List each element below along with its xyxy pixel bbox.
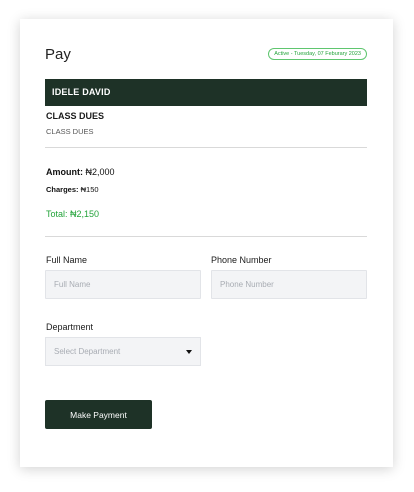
item-title: CLASS DUES xyxy=(46,111,105,121)
amount-label: Amount: xyxy=(46,167,83,177)
status-badge: Active - Tuesday, 07 Feburary 2023 xyxy=(268,48,367,60)
make-payment-button[interactable]: Make Payment xyxy=(45,400,152,429)
charges-label: Charges: xyxy=(46,185,79,194)
caret-down-icon xyxy=(186,350,192,354)
item-subtitle: CLASS DUES xyxy=(46,127,94,136)
total-value: ₦2,150 xyxy=(70,209,100,219)
phone-number-label: Phone Number xyxy=(211,255,272,265)
divider xyxy=(45,147,367,148)
department-select[interactable]: Select Department xyxy=(45,337,201,366)
charges-row: Charges: ₦150 xyxy=(46,185,99,194)
phone-number-input[interactable] xyxy=(211,270,367,299)
amount-value: ₦2,000 xyxy=(85,167,115,177)
payment-card: Pay Active - Tuesday, 07 Feburary 2023 I… xyxy=(20,19,393,467)
payer-name-bar: IDELE DAVID xyxy=(45,79,367,106)
amount-row: Amount: ₦2,000 xyxy=(46,167,115,177)
department-select-value: Select Department xyxy=(54,347,121,356)
full-name-label: Full Name xyxy=(46,255,88,265)
department-label: Department xyxy=(46,322,94,332)
full-name-input[interactable] xyxy=(45,270,201,299)
total-label: Total: xyxy=(46,209,68,219)
divider xyxy=(45,236,367,237)
total-row: Total: ₦2,150 xyxy=(46,209,99,219)
charges-value: ₦150 xyxy=(80,185,99,194)
page-title: Pay xyxy=(45,46,71,63)
